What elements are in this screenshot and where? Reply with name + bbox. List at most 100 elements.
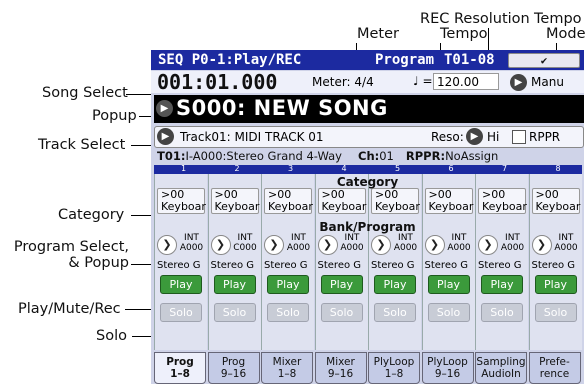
page-tabs: Prog 1–8 Prog 9–16 Mixer 1–8 Mixer 9–16 PlyLoop 1…	[151, 352, 584, 384]
callout-tempo-mode-1: Tempo	[534, 11, 582, 27]
track-number: 7	[501, 164, 508, 173]
bank-number: C000	[233, 243, 257, 253]
category-button[interactable]: >00 Keyboar	[317, 188, 366, 214]
bank-label: INT A000	[553, 233, 580, 253]
tab-line-1: Mixer	[272, 356, 302, 368]
track-column: >00 Keyboar ❯ INT A000 Stereo G Play Solo	[528, 174, 582, 350]
play-mute-rec-button[interactable]: Play	[320, 275, 363, 294]
tab-line-1: Mixer	[326, 356, 355, 368]
reso-label: Reso:	[431, 130, 464, 144]
play-mute-rec-button[interactable]: Play	[213, 275, 256, 294]
program-select[interactable]: ❯ INT A000	[424, 233, 473, 255]
leader-category	[131, 215, 153, 216]
program-name: Stereo G	[531, 260, 576, 271]
solo-button[interactable]: Solo	[267, 303, 309, 322]
bank-number: A000	[393, 243, 418, 253]
bank-type: INT	[398, 233, 413, 243]
info-program: I-A000:Stereo Grand 4-Way	[185, 149, 342, 163]
bank-number: A000	[179, 243, 204, 253]
category-button[interactable]: >00 Keyboar	[478, 188, 527, 214]
program-select[interactable]: ❯ INT A000	[531, 233, 580, 255]
solo-button[interactable]: Solo	[374, 303, 416, 322]
tab-4[interactable]: PlyLoop 1–8	[368, 352, 420, 384]
bank-number: A000	[500, 243, 525, 253]
program-name: Stereo G	[210, 260, 255, 271]
category-button[interactable]: >00 Keyboar	[157, 188, 206, 214]
reso-value[interactable]: Hi	[487, 130, 499, 144]
play-mute-rec-button[interactable]: Play	[481, 275, 523, 294]
track-number: 5	[394, 164, 401, 173]
tab-6[interactable]: Sampling AudioIn	[475, 352, 527, 384]
tab-3[interactable]: Mixer 9–16	[314, 352, 367, 384]
meter-field[interactable]: Meter: 4/4	[312, 75, 374, 89]
track-select-row[interactable]: ▶ Track01: MIDI TRACK 01 Reso: ▶ Hi RPPR	[154, 126, 584, 148]
tab-0[interactable]: Prog 1–8	[154, 352, 206, 384]
program-select[interactable]: ❯ INT A000	[264, 233, 312, 255]
bank-type: INT	[451, 233, 467, 243]
bank-label: INT A000	[392, 233, 419, 253]
program-popup-button[interactable]: ❯	[371, 235, 391, 255]
play-mute-rec-button[interactable]: Play	[427, 275, 470, 294]
tab-7[interactable]: Prefe-rence	[528, 352, 581, 384]
program-select[interactable]: ❯ INT C000	[210, 233, 259, 255]
tab-line-2: 1–8	[277, 368, 297, 380]
tab-2[interactable]: Mixer 1–8	[261, 352, 313, 384]
leader-program-select	[131, 264, 153, 265]
play-mute-rec-button[interactable]: Play	[374, 275, 416, 294]
solo-button[interactable]: Solo	[427, 303, 470, 322]
play-mute-rec-button[interactable]: Play	[534, 275, 577, 294]
solo-button[interactable]: Solo	[481, 303, 523, 322]
page-menu-button[interactable]: ✔	[508, 53, 580, 68]
category-button[interactable]: >00 Keyboar	[531, 188, 580, 214]
callout-meter: Meter	[357, 26, 399, 42]
solo-button[interactable]: Solo	[534, 303, 577, 322]
track-popup-button[interactable]: ▶	[157, 128, 174, 145]
mode-title: SEQ P0-1:Play/REC	[158, 52, 302, 68]
tab-line-1: Prog	[166, 356, 194, 368]
program-select[interactable]: ❯ INT A000	[317, 233, 366, 255]
song-popup-button[interactable]: ▶	[156, 100, 173, 117]
program-select[interactable]: ❯ INT A000	[371, 233, 419, 255]
bank-label: INT C000	[232, 233, 259, 253]
bank-type: INT	[184, 233, 199, 243]
category-button[interactable]: >00 Keyboar	[210, 188, 259, 214]
program-popup-button[interactable]: ❯	[317, 235, 338, 255]
program-name: Stereo G	[424, 260, 469, 271]
tab-line-1: Prefe-	[539, 356, 570, 368]
solo-button[interactable]: Solo	[213, 303, 256, 322]
program-popup-button[interactable]: ❯	[264, 235, 284, 255]
program-select[interactable]: ❯ INT A000	[157, 233, 205, 255]
program-popup-button[interactable]: ❯	[478, 235, 498, 255]
program-select[interactable]: ❯ INT A000	[478, 233, 526, 255]
track-column: >00 Keyboar ❯ INT A000 Stereo G Play Solo	[314, 174, 368, 350]
tab-1[interactable]: Prog 9–16	[207, 352, 260, 384]
rppr-checkbox[interactable]	[512, 130, 526, 144]
tab-line-2: 1–8	[170, 368, 190, 380]
bank-program-section-title: Bank/Program	[319, 220, 416, 234]
category-button[interactable]: >00 Keyboar	[371, 188, 420, 214]
program-popup-button[interactable]: ❯	[424, 235, 445, 255]
bank-number: A000	[340, 243, 364, 253]
tempo-mode-popup-button[interactable]: ▶	[510, 74, 527, 91]
tab-5[interactable]: PlyLoop 9–16	[421, 352, 474, 384]
category-button[interactable]: >00 Keyboar	[424, 188, 473, 214]
info-ch-label: Ch:	[358, 149, 380, 163]
bank-label: INT A000	[446, 233, 473, 253]
tab-line-1: PlyLoop	[427, 356, 468, 368]
program-popup-button[interactable]: ❯	[210, 235, 231, 255]
reso-popup-button[interactable]: ▶	[466, 128, 483, 145]
program-popup-button[interactable]: ❯	[531, 235, 552, 255]
song-select[interactable]: ▶ S000: NEW SONG	[154, 95, 584, 123]
solo-button[interactable]: Solo	[320, 303, 363, 322]
play-mute-rec-button[interactable]: Play	[267, 275, 309, 294]
tab-line-2: 9–16	[220, 368, 247, 380]
category-button[interactable]: >00 Keyboar	[264, 188, 313, 214]
category-name: Keyboar	[268, 200, 313, 213]
tempo-field[interactable]: 120.00	[433, 73, 499, 90]
program-popup-button[interactable]: ❯	[157, 235, 177, 255]
play-mute-rec-button[interactable]: Play	[160, 275, 202, 294]
tab-line-2: 1–8	[384, 368, 404, 380]
solo-button[interactable]: Solo	[160, 303, 202, 322]
tempo-mode-value[interactable]: Manu	[531, 75, 564, 89]
song-position[interactable]: 001:01.000	[157, 70, 277, 94]
